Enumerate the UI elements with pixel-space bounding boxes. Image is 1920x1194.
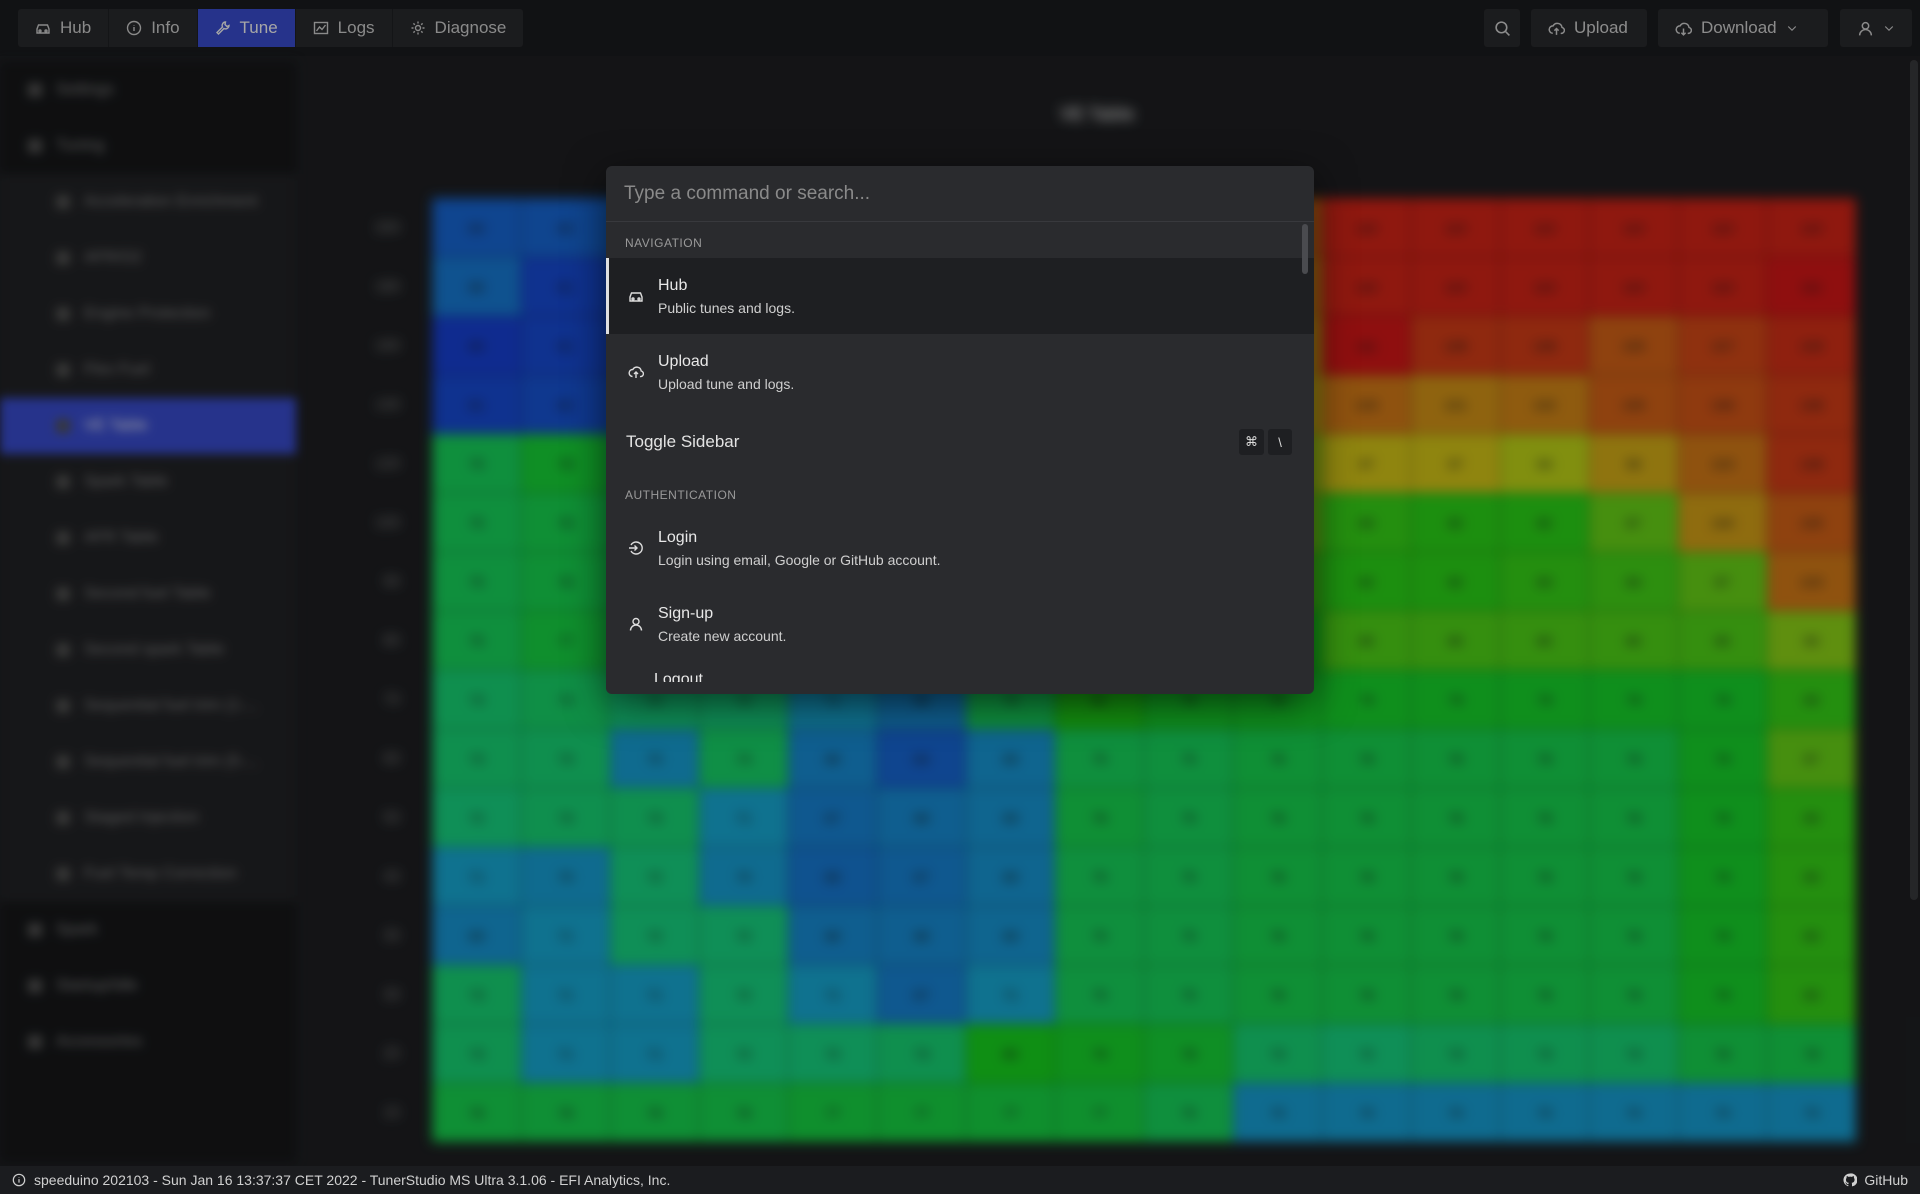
- command-item-toggle-sidebar[interactable]: Toggle Sidebar ⌘ \: [606, 410, 1314, 474]
- user-icon: [629, 617, 643, 631]
- command-description: Public tunes and logs.: [658, 299, 795, 316]
- command-item-hub[interactable]: Hub Public tunes and logs.: [606, 258, 1314, 334]
- command-item-upload[interactable]: Upload Upload tune and logs.: [606, 334, 1314, 410]
- car-icon: [629, 292, 643, 302]
- command-title: Toggle Sidebar: [626, 432, 740, 451]
- command-title: Upload: [658, 352, 709, 370]
- keyboard-shortcut: ⌘ \: [1239, 429, 1292, 455]
- group-label-authentication: AUTHENTICATION: [625, 488, 737, 502]
- github-label: GitHub: [1864, 1172, 1908, 1188]
- command-search-input[interactable]: [606, 166, 1314, 222]
- group-label-navigation: NAVIGATION: [625, 236, 703, 250]
- login-icon: [629, 541, 643, 555]
- cloud-upload-icon: [628, 366, 644, 378]
- command-item-signup[interactable]: Sign-up Create new account.: [606, 586, 1314, 662]
- command-title: Login: [658, 528, 698, 546]
- kbd-modifier: ⌘: [1239, 429, 1264, 455]
- command-title: Hub: [658, 276, 688, 294]
- palette-scrollbar[interactable]: [1302, 224, 1308, 274]
- command-item-login[interactable]: Login Login using email, Google or GitHu…: [606, 510, 1314, 586]
- kbd-key: \: [1268, 429, 1292, 455]
- status-bar: speeduino 202103 - Sun Jan 16 13:37:37 C…: [0, 1166, 1920, 1194]
- command-title: Sign-up: [658, 604, 714, 622]
- github-icon: [1843, 1173, 1858, 1187]
- status-text: speeduino 202103 - Sun Jan 16 13:37:37 C…: [34, 1172, 671, 1188]
- command-item-logout[interactable]: Logout: [606, 662, 1314, 682]
- command-palette: NAVIGATION Hub Public tunes and logs. Up…: [606, 166, 1314, 694]
- github-link[interactable]: GitHub: [1843, 1172, 1908, 1188]
- command-description: Login using email, Google or GitHub acco…: [658, 551, 941, 568]
- command-description: Create new account.: [658, 627, 787, 644]
- command-description: Upload tune and logs.: [658, 375, 795, 392]
- info-icon: [12, 1173, 26, 1187]
